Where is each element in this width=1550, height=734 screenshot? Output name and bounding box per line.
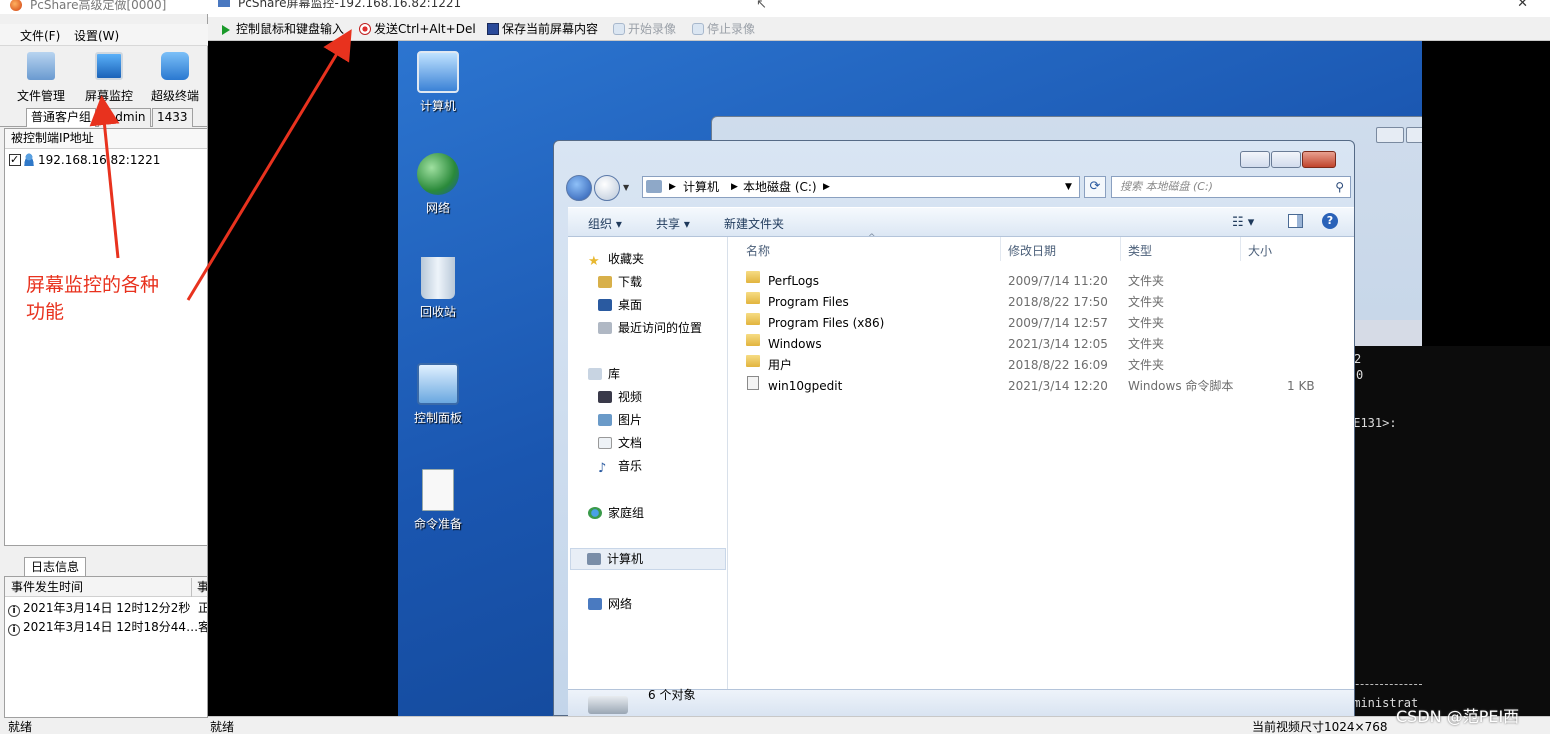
watermark: CSDN @范PEI西 — [1396, 707, 1520, 726]
annotation-line: 屏幕监控的各种 — [26, 274, 160, 296]
annotation-line: 功能 — [26, 301, 65, 323]
annotation-text: 屏幕监控的各种 功能 — [26, 272, 186, 326]
arrow-to-toolbar — [186, 29, 352, 301]
arrow-to-screen-monitor — [89, 95, 120, 259]
annotation-arrows — [89, 29, 352, 301]
